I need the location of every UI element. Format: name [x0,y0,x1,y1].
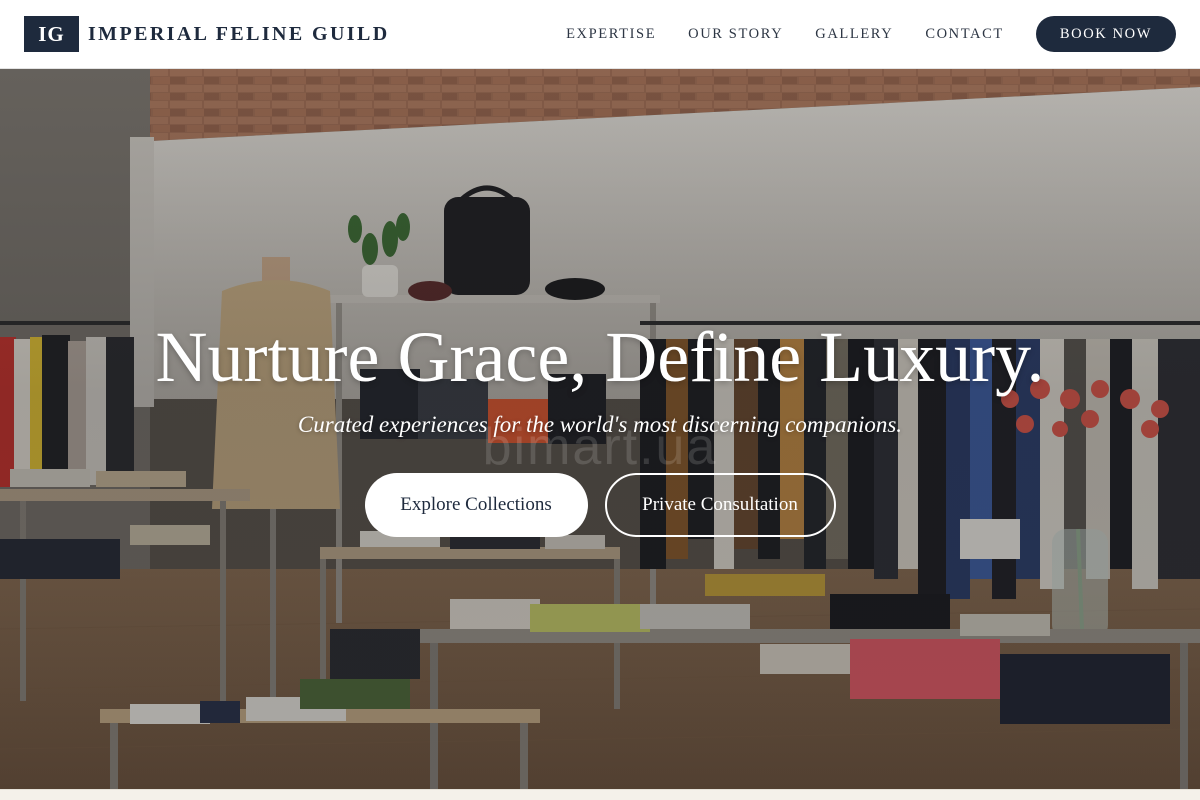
hero-content: bimart.ua Nurture Grace, Define Luxury. … [0,69,1200,789]
private-consultation-button[interactable]: Private Consultation [604,473,836,537]
explore-collections-button[interactable]: Explore Collections [364,473,588,537]
hero-actions: Explore Collections Private Consultation [0,473,1200,537]
nav-link-expertise[interactable]: EXPERTISE [566,26,656,43]
book-now-button[interactable]: BOOK NOW [1035,16,1176,52]
brand-logo-link[interactable]: IG IMPERIAL FELINE GUILD [24,16,390,52]
page-bottom-edge [0,789,1200,800]
main-nav: EXPERTISE OUR STORY GALLERY CONTACT BOOK… [566,16,1176,52]
hero-subtitle: Curated experiences for the world's most… [297,412,903,437]
nav-link-gallery[interactable]: GALLERY [815,26,893,43]
hero-section: bimart.ua Nurture Grace, Define Luxury. … [0,69,1200,789]
nav-link-contact[interactable]: CONTACT [925,26,1004,43]
nav-link-our-story[interactable]: OUR STORY [688,26,783,43]
brand-name: IMPERIAL FELINE GUILD [88,22,390,45]
hero-title: Nurture Grace, Define Luxury. [155,317,1045,397]
brand-mark-logo: IG [24,16,79,52]
site-header: IG IMPERIAL FELINE GUILD EXPERTISE OUR S… [0,0,1200,69]
